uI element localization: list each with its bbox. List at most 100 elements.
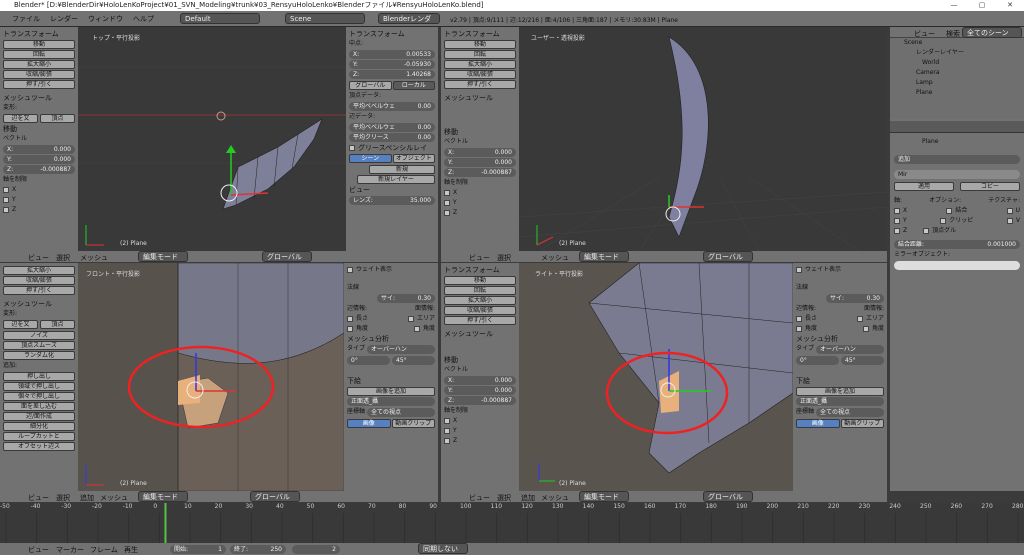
tr-move-op-section[interactable]: 移動 [444,127,516,137]
br-move-button[interactable]: 移動 [444,276,516,285]
mirror-u-checkbox[interactable]: U [1006,206,1020,216]
mode2-select[interactable]: 編集モード [579,251,629,262]
movie-clip-toggle[interactable]: 動画クリップ [391,419,435,428]
merge-checkbox[interactable]: 結合 [946,206,967,216]
hdr-view-menu[interactable]: ビュー [28,253,49,263]
vertex-slide-button[interactable]: 頂点 [40,114,75,123]
br-vector-z[interactable]: Z: -0.000887 [444,396,516,405]
edge-slide-button[interactable]: 辺を又 [3,114,38,123]
extrude-button[interactable]: 押し出し [3,372,75,381]
tr-cx[interactable]: X [444,188,516,198]
move-button[interactable]: 移動 [3,40,75,49]
median-y-field[interactable]: Y: -0.05930 [349,60,435,69]
br-cx[interactable]: X [444,416,516,426]
modifier-name-field[interactable]: Mir [894,170,1020,179]
gp-scene-toggle[interactable]: シーン [349,154,392,163]
br-analysis-type-select[interactable]: オーバーハン [816,345,884,354]
br-length-checkbox[interactable]: 長さ [796,314,817,324]
layout-select[interactable]: Default [180,13,260,24]
tr-rotate-button[interactable]: 回転 [444,50,516,59]
tl-view-menu[interactable]: ビュー [28,545,49,555]
global-toggle[interactable]: グローバル [349,81,392,90]
hdr4-add-menu[interactable]: 追加 [521,493,535,503]
br-face-angle-checkbox[interactable]: 角度 [862,324,884,334]
median-x-field[interactable]: X: 0.00533 [349,50,435,59]
br-move-op-section[interactable]: 移動 [444,355,516,365]
br-bg-section[interactable]: 下絵 [796,376,884,386]
mode4-select[interactable]: 編集モード [579,491,629,502]
median-z-field[interactable]: Z: 1.40268 [349,70,435,79]
menu-3[interactable]: ヘルプ [133,14,154,24]
weight-display-checkbox[interactable]: ウェイト表示 [347,265,435,275]
extrude-individual-button[interactable]: 個々で押し出し [3,392,75,401]
push-pull-button[interactable]: 押す/引く [3,80,75,89]
angle-checkbox[interactable]: 角度 [347,324,368,334]
minimize-button[interactable]: — [940,0,968,11]
br-shrink-button[interactable]: 収縮/膨張 [444,306,516,315]
properties-tabs[interactable] [890,121,1024,133]
randomize-button[interactable]: ランダム化 [3,351,75,360]
br-view-axis-select[interactable]: 全ての視点 [816,408,884,417]
normal-size-field[interactable]: サイ: 0.30 [377,294,435,303]
hdr2-mesh-menu[interactable]: メッシュ [541,253,569,263]
scene-select[interactable]: Scene [285,13,365,24]
np-transform-section[interactable]: トランスフォーム [349,29,435,39]
mirror-z-checkbox[interactable]: Z [894,226,907,236]
br-vector-x[interactable]: X: 0.000 [444,376,516,385]
tr-move-button[interactable]: 移動 [444,40,516,49]
shrink-button[interactable]: 収縮/膨張 [3,70,75,79]
current-frame-field[interactable]: 2 [292,545,340,554]
transform-section[interactable]: トランスフォーム [3,29,75,39]
vector-x-field[interactable]: X: 0.000 [3,145,75,154]
hdr4-view-menu[interactable]: ビュー [469,493,490,503]
br-image-toggle[interactable]: 画像 [796,419,840,428]
mesh-analysis-section[interactable]: メッシュ分析 [347,334,435,344]
edge-bevel-field[interactable]: 平均ベベルウェ 0.00 [349,123,435,132]
copy-modifier-button[interactable]: コピー [960,182,1020,191]
right-ortho-viewport[interactable]: ライト・平行投影 (2) Plane [519,263,793,491]
bg-image-entry[interactable]: 正面透_攝 [347,397,435,406]
constraint-x-checkbox[interactable]: X [3,185,75,195]
br-cy[interactable]: Y [444,426,516,436]
tr-vector-y[interactable]: Y: 0.000 [444,158,516,167]
top-ortho-viewport[interactable]: トップ・平行投影 (2) Plane [78,27,346,251]
local-toggle[interactable]: ローカル [392,81,435,90]
outliner-search-menu[interactable]: 検索 [946,29,960,39]
br-push-button[interactable]: 押す/引く [444,316,516,325]
hdr4-mesh-menu[interactable]: メッシュ [541,493,569,503]
length-checkbox[interactable]: 長さ [347,314,368,324]
face-angle-checkbox[interactable]: 角度 [413,324,435,334]
lens-field[interactable]: レンズ: 35.000 [349,196,435,205]
br-normal-size-field[interactable]: サイ: 0.30 [826,294,884,303]
crease-field[interactable]: 平均クリース 0.00 [349,133,435,142]
extrude-region-button[interactable]: 領域で押し出し [3,382,75,391]
noise-button[interactable]: ノイズ [3,331,75,340]
grease-pencil-section[interactable]: グリースペンシルレイ [349,143,435,153]
br-rotate-button[interactable]: 回転 [444,286,516,295]
gp-object-toggle[interactable]: オブジェクト [392,154,435,163]
user-persp-viewport[interactable]: ユーザー・透視投影 (2) Plane [519,27,887,251]
scale-button[interactable]: 拡大縮小 [3,60,75,69]
bl-mesh-tools-section[interactable]: メッシュツール [3,299,75,309]
render-engine-select[interactable]: Blenderレンダー [378,13,440,32]
start-frame-field[interactable]: 開始: 1 [170,545,226,554]
operator-move-section[interactable]: 移動 [3,124,75,134]
orientation-select[interactable]: グローバル [262,251,312,262]
gp-new-button[interactable]: 新規 [369,165,435,174]
tl-marker-menu[interactable]: マーカー [56,545,84,555]
outliner-lamp[interactable]: Lamp [890,78,1024,88]
vertex-group-checkbox[interactable]: 頂点グル [923,226,956,236]
br-area-checkbox[interactable]: エリア [856,314,884,324]
tr-cy[interactable]: Y [444,198,516,208]
tl-playback-menu[interactable]: 再生 [124,545,138,555]
bl-vertex-slide[interactable]: 頂点 [40,320,75,329]
view-axis-select[interactable]: 全ての視点 [367,408,435,417]
outliner-world[interactable]: World [890,58,1024,68]
br-weight-checkbox[interactable]: ウェイト表示 [796,265,884,275]
br-add-image-button[interactable]: 画像を追加 [796,387,884,396]
hdr3-select-menu[interactable]: 選択 [56,493,70,503]
menu-0[interactable]: ファイル [12,14,40,24]
br-transform-section[interactable]: トランスフォーム [444,265,516,275]
subdivide-button[interactable]: 細分化 [3,422,75,431]
hdr2-view-menu[interactable]: ビュー [469,253,490,263]
